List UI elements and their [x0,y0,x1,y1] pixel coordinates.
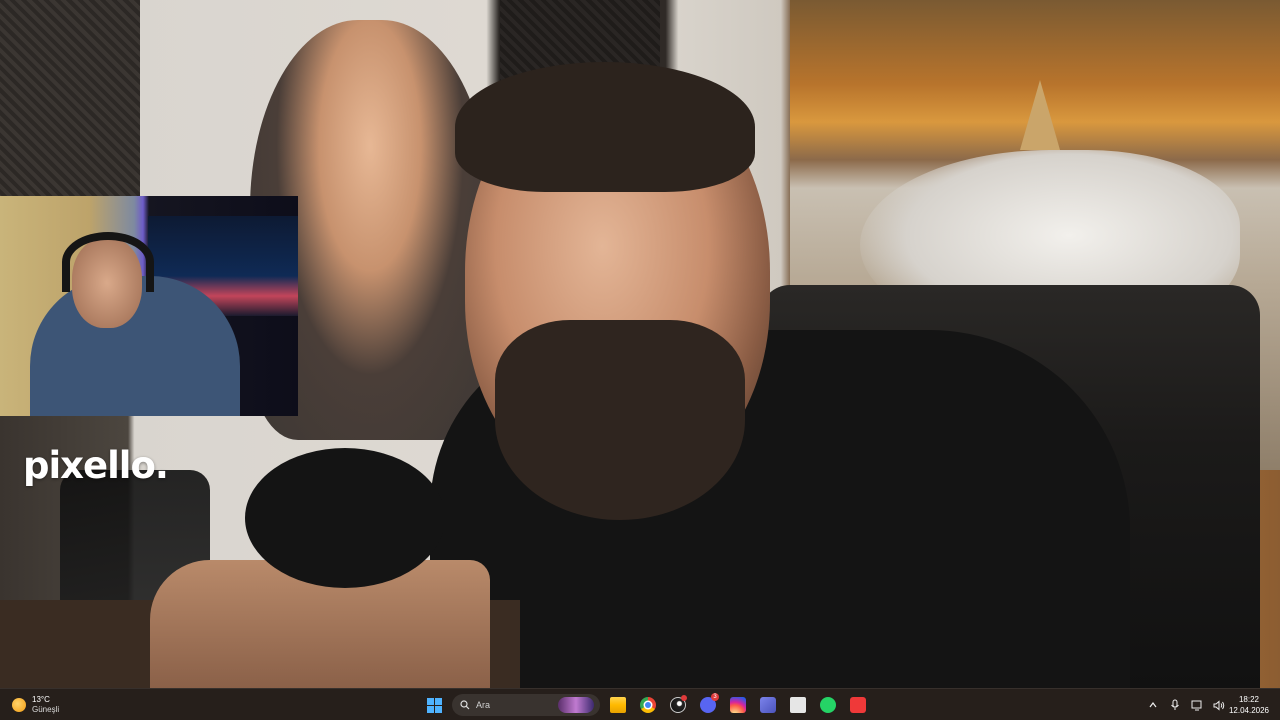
brand-watermark: pixello. [23,444,169,487]
discord-badge: 3 [711,693,719,701]
taskbar-teams[interactable] [756,693,780,717]
microphone-icon[interactable] [1168,698,1182,712]
notification-dot [681,695,687,701]
taskbar-calculator[interactable] [786,693,810,717]
windows-icon [426,697,442,713]
calculator-icon [790,697,806,713]
clock-time: 18:22 [1238,695,1260,704]
headphones [62,232,154,292]
sailboat [1020,80,1060,150]
taskbar-file-explorer[interactable] [606,693,630,717]
taskbar-vivaldi[interactable] [846,693,870,717]
chevron-up-icon[interactable] [1146,698,1160,712]
clock[interactable]: 18:22 12.04.2026 [1224,694,1274,716]
chrome-icon [640,697,656,713]
weather-widget[interactable]: 13°C Güneşli [12,694,59,716]
search-box[interactable]: Ara [452,694,600,716]
microphone [245,448,445,588]
start-button[interactable] [422,693,446,717]
clock-date: 12.04.2026 [1228,706,1270,715]
search-icon [460,700,470,710]
teams-icon [760,697,776,713]
taskbar: 13°C Güneşli Ara 3 18:22 12.04.2026 [0,688,1280,720]
taskbar-whatsapp[interactable] [816,693,840,717]
taskbar-discord[interactable]: 3 [696,693,720,717]
taskbar-chrome[interactable] [636,693,660,717]
person-hair [455,62,755,192]
taskbar-instagram[interactable] [726,693,750,717]
webcam-overlay [0,196,298,416]
search-placeholder: Ara [476,700,491,710]
weather-text: 13°C Güneşli [32,695,59,715]
instagram-icon [730,697,746,713]
acoustic-panel [0,0,140,200]
taskbar-center: Ara 3 [422,693,870,717]
vivaldi-icon [850,697,866,713]
weather-temperature: 13°C [32,695,50,704]
desktop-wallpaper: pixello. [0,0,1280,688]
taskbar-steam[interactable] [666,693,690,717]
weather-condition: Güneşli [32,705,60,714]
sun-icon [12,698,26,712]
system-tray [1146,693,1226,717]
folder-icon [610,697,626,713]
search-highlight-image [558,697,594,713]
person-beard [495,320,745,520]
whatsapp-icon [820,697,836,713]
display-icon[interactable] [1190,698,1204,712]
